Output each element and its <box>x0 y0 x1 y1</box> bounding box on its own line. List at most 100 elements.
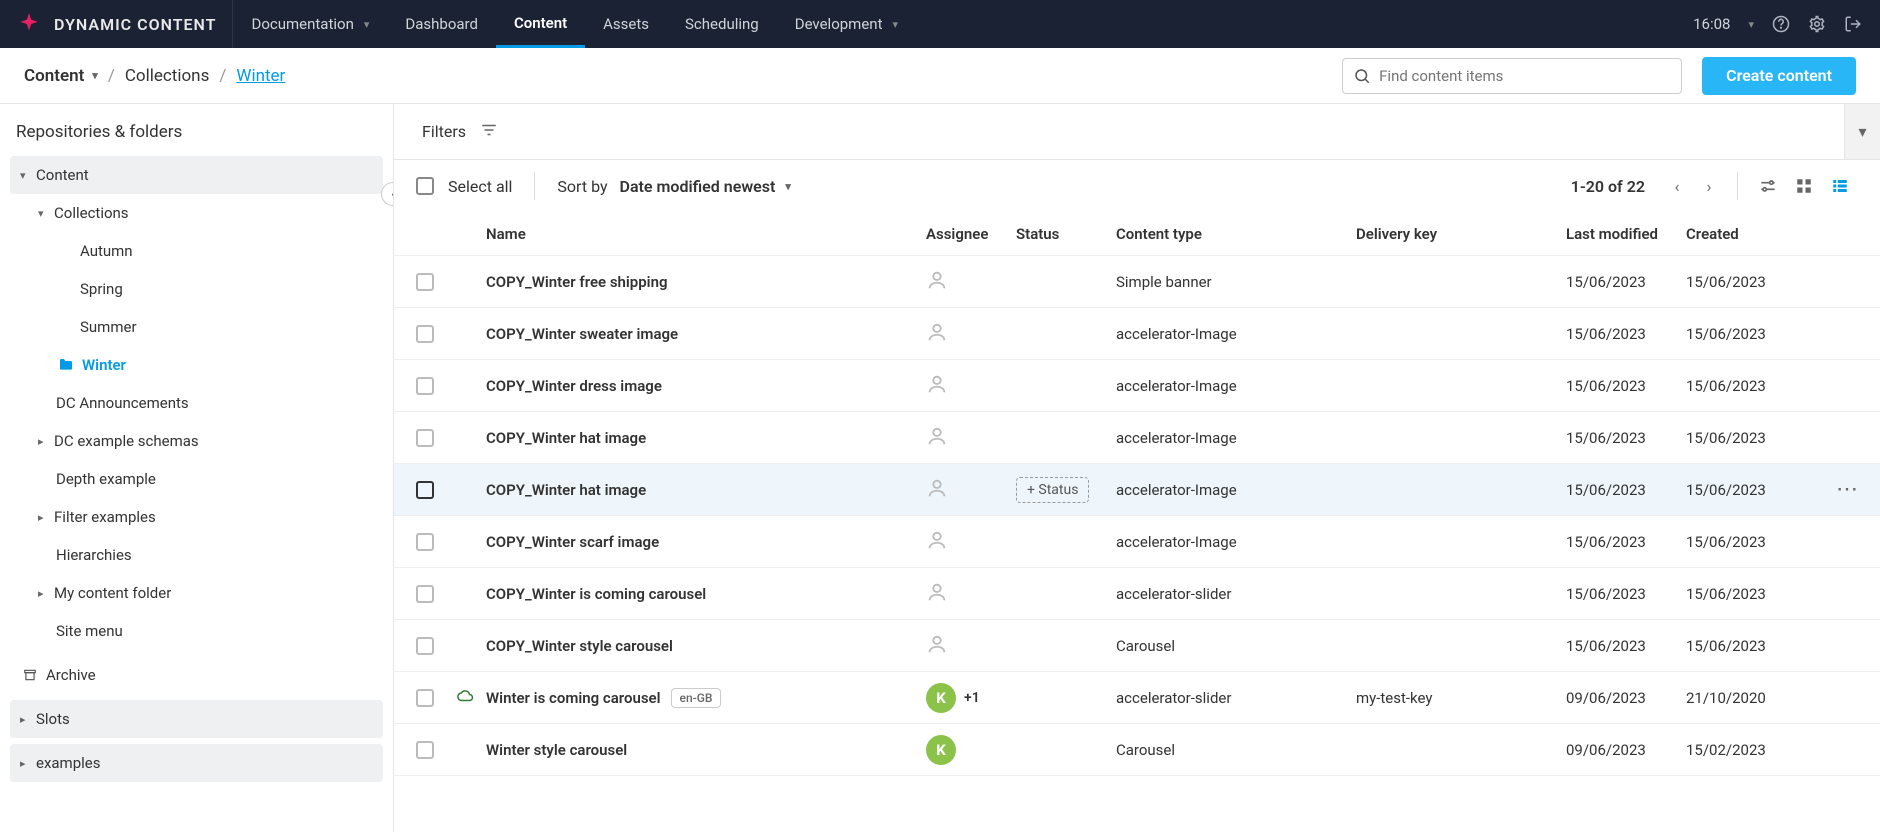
table-row[interactable]: COPY_Winter style carouselCarousel15/06/… <box>394 620 1880 672</box>
row-content-type: accelerator-slider <box>1116 689 1356 707</box>
col-name[interactable]: Name <box>486 225 926 243</box>
breadcrumb-sep: / <box>219 66 226 86</box>
assignee-avatar[interactable]: K <box>926 683 956 713</box>
tree-my-folder[interactable]: ▸My content folder <box>10 574 383 612</box>
settings-icon[interactable] <box>1808 15 1826 33</box>
table-row[interactable]: COPY_Winter free shippingSimple banner15… <box>394 256 1880 308</box>
row-checkbox[interactable] <box>416 481 434 499</box>
tree-site-menu[interactable]: Site menu <box>10 612 383 650</box>
row-created: 15/06/2023 <box>1686 533 1806 551</box>
toolbar: ▾ Select all Sort by Date modified newes… <box>394 160 1880 212</box>
select-all-checkbox[interactable] <box>416 177 434 195</box>
tree-slots[interactable]: ▸Slots <box>10 700 383 738</box>
table-row[interactable]: Winter is coming carouselen-GBK+1acceler… <box>394 672 1880 724</box>
add-status-button[interactable]: + Status <box>1016 477 1089 503</box>
sliders-icon[interactable] <box>1756 174 1780 198</box>
folder-icon <box>56 357 76 373</box>
row-name: COPY_Winter is coming carousel <box>486 585 706 603</box>
assignee-placeholder-icon[interactable] <box>926 425 948 451</box>
row-last-modified: 15/06/2023 <box>1566 377 1686 395</box>
nav-development[interactable]: Development <box>777 0 916 48</box>
breadcrumb-root[interactable]: Content <box>24 66 98 86</box>
row-created: 15/06/2023 <box>1686 585 1806 603</box>
panel-toggle-button[interactable]: ▾ <box>1844 104 1880 160</box>
col-last-modified[interactable]: Last modified <box>1566 225 1686 243</box>
table-row[interactable]: COPY_Winter hat imageaccelerator-Image15… <box>394 412 1880 464</box>
assignee-placeholder-icon[interactable] <box>926 581 948 607</box>
assignee-placeholder-icon[interactable] <box>926 373 948 399</box>
row-more-button[interactable]: ⋯ <box>1836 477 1860 502</box>
breadcrumb-mid[interactable]: Collections <box>125 66 210 86</box>
col-assignee[interactable]: Assignee <box>926 225 1016 243</box>
cloud-icon <box>456 687 474 709</box>
row-last-modified: 15/06/2023 <box>1566 481 1686 499</box>
logo[interactable]: DYNAMIC CONTENT <box>0 0 233 48</box>
sort-dropdown[interactable]: Date modified newest <box>620 177 791 196</box>
create-content-button[interactable]: Create content <box>1702 57 1856 95</box>
row-content-type: accelerator-Image <box>1116 325 1356 343</box>
nav-content[interactable]: Content <box>496 0 585 48</box>
tree-spring[interactable]: Spring <box>10 270 383 308</box>
row-checkbox[interactable] <box>416 429 434 447</box>
nav-dashboard[interactable]: Dashboard <box>387 0 496 48</box>
col-status[interactable]: Status <box>1016 225 1116 243</box>
table-row[interactable]: Winter style carouselKCarousel09/06/2023… <box>394 724 1880 776</box>
tree-archive[interactable]: Archive <box>10 656 383 694</box>
tree-filter-examples[interactable]: ▸Filter examples <box>10 498 383 536</box>
tree-hierarchies[interactable]: Hierarchies <box>10 536 383 574</box>
row-checkbox[interactable] <box>416 689 434 707</box>
help-icon[interactable] <box>1772 15 1790 33</box>
filter-icon[interactable] <box>480 121 498 143</box>
assignee-placeholder-icon[interactable] <box>926 477 948 503</box>
filter-bar: Filters <box>394 104 1880 160</box>
clock: 16:08 <box>1693 15 1730 33</box>
clock-dropdown[interactable]: ▾ <box>1748 18 1754 31</box>
row-checkbox[interactable] <box>416 273 434 291</box>
table-row[interactable]: COPY_Winter is coming carouselaccelerato… <box>394 568 1880 620</box>
row-name: Winter style carousel <box>486 741 627 759</box>
nav-scheduling[interactable]: Scheduling <box>667 0 777 48</box>
col-created[interactable]: Created <box>1686 225 1806 243</box>
col-content-type[interactable]: Content type <box>1116 225 1356 243</box>
row-checkbox[interactable] <box>416 377 434 395</box>
nav-assets[interactable]: Assets <box>585 0 667 48</box>
row-checkbox[interactable] <box>416 585 434 603</box>
row-name: COPY_Winter style carousel <box>486 637 673 655</box>
tree-examples[interactable]: ▸examples <box>10 744 383 782</box>
sort-by-label: Sort by <box>557 177 607 196</box>
table-row[interactable]: COPY_Winter hat image+ Statusaccelerator… <box>394 464 1880 516</box>
filters-label: Filters <box>422 122 466 141</box>
tree-winter[interactable]: Winter <box>10 346 383 384</box>
logout-icon[interactable] <box>1844 15 1862 33</box>
col-delivery-key[interactable]: Delivery key <box>1356 225 1566 243</box>
next-page-button[interactable]: › <box>1693 170 1725 202</box>
table-row[interactable]: COPY_Winter sweater imageaccelerator-Ima… <box>394 308 1880 360</box>
row-checkbox[interactable] <box>416 533 434 551</box>
tree-collections[interactable]: ▾ Collections <box>10 194 383 232</box>
grid-view-icon[interactable] <box>1792 174 1816 198</box>
row-last-modified: 15/06/2023 <box>1566 533 1686 551</box>
list-view-icon[interactable] <box>1828 174 1852 198</box>
assignee-avatar[interactable]: K <box>926 735 956 765</box>
tree-dc-schemas[interactable]: ▸DC example schemas <box>10 422 383 460</box>
row-checkbox[interactable] <box>416 741 434 759</box>
prev-page-button[interactable]: ‹ <box>1661 170 1693 202</box>
breadcrumb: Content / Collections / Winter <box>24 66 285 86</box>
assignee-placeholder-icon[interactable] <box>926 321 948 347</box>
row-checkbox[interactable] <box>416 325 434 343</box>
tree-autumn[interactable]: Autumn <box>10 232 383 270</box>
row-checkbox[interactable] <box>416 637 434 655</box>
table-row[interactable]: COPY_Winter scarf imageaccelerator-Image… <box>394 516 1880 568</box>
assignee-placeholder-icon[interactable] <box>926 529 948 555</box>
tree-depth[interactable]: Depth example <box>10 460 383 498</box>
table-row[interactable]: COPY_Winter dress imageaccelerator-Image… <box>394 360 1880 412</box>
tree-summer[interactable]: Summer <box>10 308 383 346</box>
tree-dc-announcements[interactable]: DC Announcements <box>10 384 383 422</box>
search-input[interactable] <box>1379 67 1671 85</box>
nav-documentation[interactable]: Documentation <box>233 0 387 48</box>
tree-content[interactable]: ▾ Content <box>10 156 383 194</box>
assignee-placeholder-icon[interactable] <box>926 633 948 659</box>
breadcrumb-current[interactable]: Winter <box>236 66 285 86</box>
search-box[interactable] <box>1342 58 1682 94</box>
assignee-placeholder-icon[interactable] <box>926 269 948 295</box>
